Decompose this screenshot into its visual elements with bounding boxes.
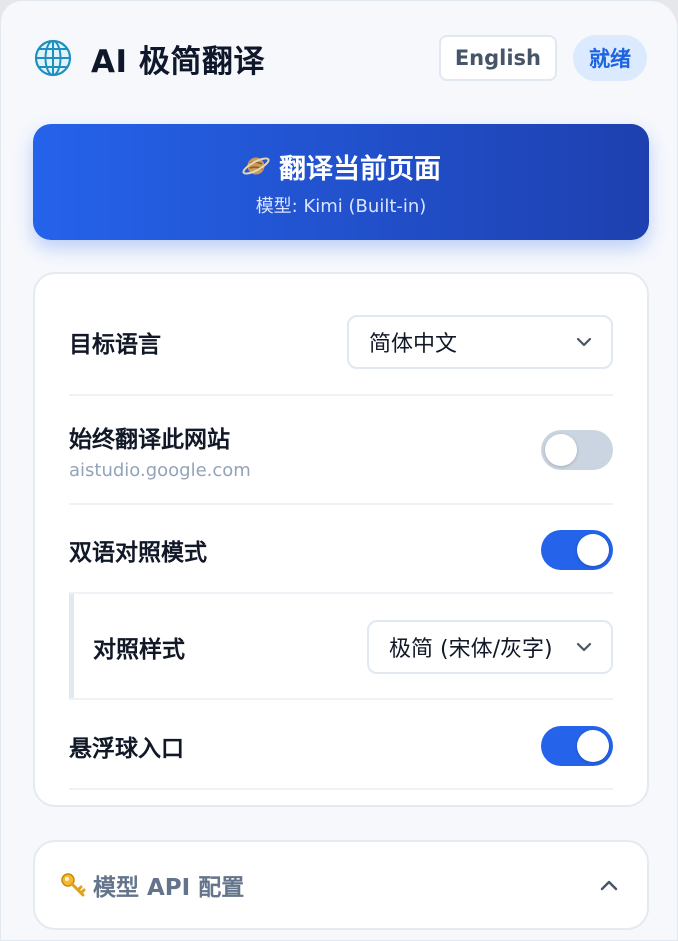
chevron-down-icon [576, 642, 592, 652]
key-icon [59, 871, 87, 899]
target-language-label: 目标语言 [69, 332, 161, 358]
compare-style-label: 对照样式 [93, 637, 185, 663]
always-translate-label: 始终翻译此网站 [69, 426, 230, 453]
app-title: AI 极简翻译 [91, 43, 265, 80]
divider [69, 788, 613, 790]
floating-ball-toggle[interactable] [541, 726, 613, 766]
bilingual-row: 双语对照模式 [69, 526, 613, 574]
api-config-section[interactable]: 模型 API 配置 [33, 840, 649, 930]
target-language-row: 目标语言 简体中文 [69, 314, 613, 370]
translate-page-button[interactable]: 翻译当前页面 模型: Kimi (Built-in) [33, 124, 649, 240]
translate-button-label: 翻译当前页面 [279, 153, 441, 185]
always-translate-row: 始终翻译此网站 aistudio.google.com [69, 416, 613, 484]
current-site-domain: aistudio.google.com [69, 459, 251, 481]
language-switch-button[interactable]: English [438, 35, 557, 81]
compare-style-value: 极简 (宋体/灰字) [389, 637, 553, 662]
compare-style-select[interactable]: 极简 (宋体/灰字) [367, 620, 613, 674]
toggle-knob [545, 434, 577, 466]
api-config-header: 模型 API 配置 [59, 868, 244, 902]
toggle-knob [577, 730, 609, 762]
chevron-up-icon[interactable] [599, 879, 619, 891]
bilingual-toggle[interactable] [541, 530, 613, 570]
chevron-down-icon [576, 337, 592, 347]
divider [69, 394, 613, 396]
toggle-knob [577, 534, 609, 566]
bilingual-label: 双语对照模式 [69, 540, 207, 566]
target-language-value: 简体中文 [369, 332, 458, 357]
divider [69, 503, 613, 505]
settings-card: 目标语言 简体中文 始终翻译此网站 aistudio.google.com 双语… [33, 272, 649, 807]
header: AI 极简翻译 English 就绪 [33, 34, 647, 82]
globe-icon [33, 38, 73, 78]
header-actions: English 就绪 [438, 35, 647, 81]
api-config-label: 模型 API 配置 [93, 875, 245, 901]
target-language-select[interactable]: 简体中文 [347, 315, 613, 369]
floating-ball-label: 悬浮球入口 [69, 736, 184, 762]
always-translate-toggle[interactable] [541, 430, 613, 470]
status-badge: 就绪 [573, 35, 647, 81]
compare-style-row: 对照样式 极简 (宋体/灰字) [69, 594, 613, 700]
floating-ball-row: 悬浮球入口 [69, 722, 613, 770]
always-translate-text: 始终翻译此网站 aistudio.google.com [69, 420, 251, 481]
translator-popup: AI 极简翻译 English 就绪 翻译当前页面 模型: Kimi (Buil… [0, 0, 678, 941]
planet-icon [241, 151, 271, 181]
translate-button-main: 翻译当前页面 [241, 147, 441, 186]
model-label: 模型: Kimi (Built-in) [255, 195, 427, 217]
divider [69, 698, 613, 700]
